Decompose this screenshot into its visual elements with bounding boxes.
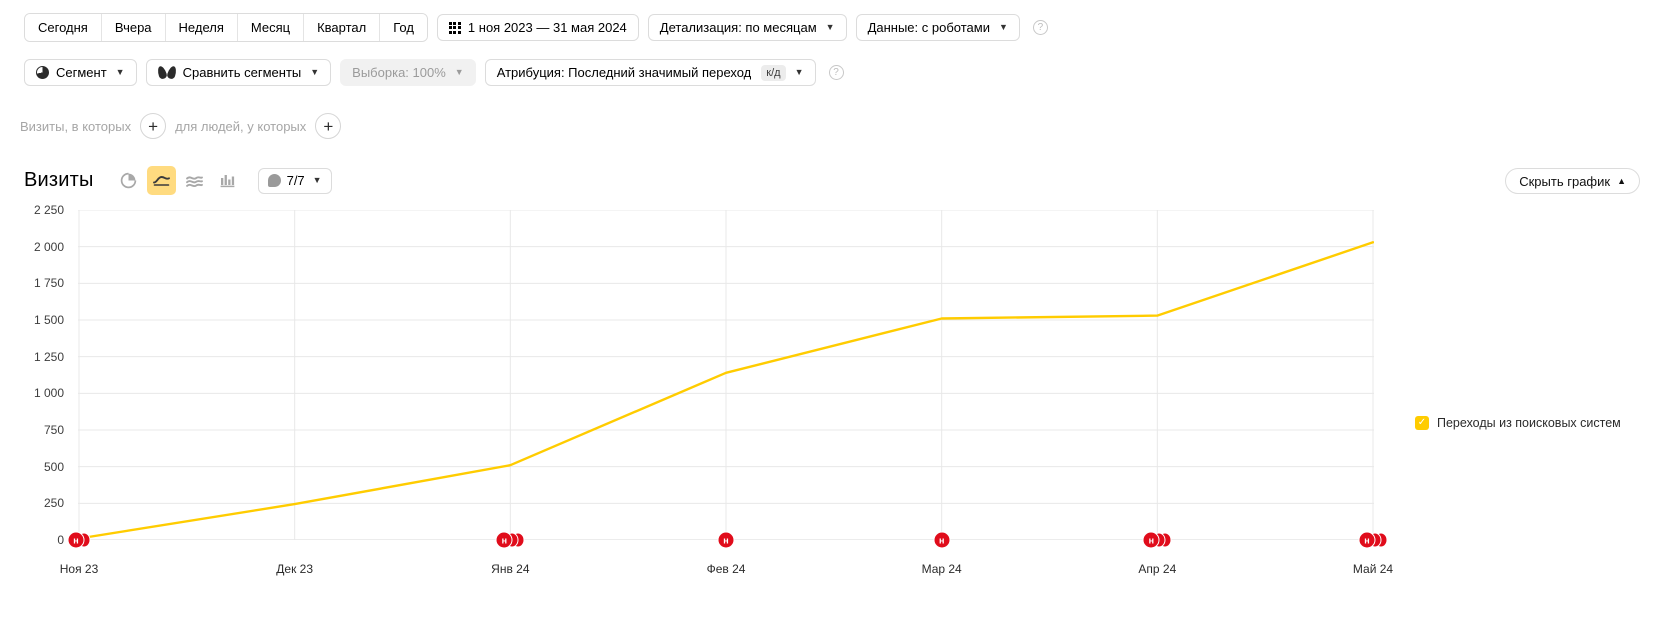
segment-label: Сегмент <box>56 65 107 80</box>
y-axis-tick: 1 000 <box>33 386 64 401</box>
x-axis-tick: Апр 24 <box>1138 562 1177 576</box>
detail-level-label: Детализация: по месяцам <box>659 20 817 35</box>
detail-level-dropdown[interactable]: Детализация: по месяцам ▼ <box>647 14 847 41</box>
chart-plot-area <box>78 210 1374 540</box>
line-chart-view-button[interactable] <box>146 166 176 195</box>
x-axis-tick: Ноя 23 <box>59 562 99 576</box>
period-week-button[interactable]: Неделя <box>165 14 238 41</box>
period-quarter-button[interactable]: Квартал <box>304 14 381 41</box>
hide-chart-label: Скрыть график <box>1519 173 1611 189</box>
annotation-marker[interactable]: н <box>717 531 735 549</box>
chevron-up-icon: ▲ <box>1617 176 1626 186</box>
annotation-icon: н <box>1358 531 1376 549</box>
visits-condition-label: Визиты, в которых <box>20 118 132 134</box>
date-range-picker[interactable]: 1 ноя 2023 — 31 мая 2024 <box>436 14 639 41</box>
sampling-dropdown[interactable]: Выборка: 100% ▼ <box>340 59 476 86</box>
y-axis-tick: 250 <box>43 496 64 511</box>
annotation-icon: н <box>1142 531 1160 549</box>
period-button-group: Сегодня Вчера Неделя Месяц Квартал Год <box>24 13 428 42</box>
people-condition-label: для людей, у которых <box>175 118 307 134</box>
chevron-down-icon: ▼ <box>825 22 835 32</box>
chart-legend: ✓ Переходы из поисковых систем <box>1415 416 1621 430</box>
y-axis-tick: 750 <box>43 423 64 437</box>
period-year-button[interactable]: Год <box>380 14 427 41</box>
attribution-label: Атрибуция: Последний значимый переход <box>496 65 752 80</box>
metrica-report-page: Сегодня Вчера Неделя Месяц Квартал Год 1… <box>0 0 1656 644</box>
segment-toolbar: Сегмент ▼ Сравнить сегменты ▼ Выборка: 1… <box>24 59 844 86</box>
chart-header: Визиты 7/7 ▼ <box>24 166 332 195</box>
sampling-label: Выборка: 100% <box>352 65 446 80</box>
annotation-icon: н <box>67 531 85 549</box>
help-icon[interactable]: ? <box>1032 20 1048 35</box>
goal-marker-icon <box>267 174 281 187</box>
area-chart-view-button[interactable] <box>180 166 209 195</box>
chevron-down-icon: ▼ <box>115 67 125 77</box>
x-axis-tick: Янв 24 <box>491 562 530 576</box>
goals-selector[interactable]: 7/7 ▼ <box>257 167 332 194</box>
bar-chart-view-button[interactable] <box>213 166 242 195</box>
segment-dropdown[interactable]: Сегмент ▼ <box>24 59 137 86</box>
visits-line-chart: 0 250 500 750 1 000 1 250 1 500 1 750 2 000 2 250… <box>0 203 1656 610</box>
add-people-condition-button[interactable]: + <box>315 113 342 139</box>
y-axis-tick: 1 750 <box>33 276 64 291</box>
y-axis-tick: 500 <box>43 459 64 474</box>
compare-segments-dropdown[interactable]: Сравнить сегменты ▼ <box>145 59 332 86</box>
goals-count-label: 7/7 <box>286 173 305 188</box>
segment-pie-icon <box>36 66 49 79</box>
annotation-icon: н <box>495 531 513 549</box>
data-robots-dropdown[interactable]: Данные: с роботами ▼ <box>855 14 1020 41</box>
annotation-icon: н <box>933 531 951 549</box>
help-icon[interactable]: ? <box>828 65 844 80</box>
annotation-marker[interactable]: н <box>67 531 91 549</box>
period-today-button[interactable]: Сегодня <box>25 14 102 41</box>
y-axis-tick: 0 <box>57 533 64 547</box>
annotation-marker[interactable]: н <box>1142 531 1172 549</box>
chevron-down-icon: ▼ <box>454 67 464 77</box>
chevron-down-icon: ▼ <box>998 22 1008 32</box>
chart-svg <box>78 210 1374 540</box>
attribution-dropdown[interactable]: Атрибуция: Последний значимый переход к/… <box>484 59 816 86</box>
annotation-marker[interactable]: н <box>1358 531 1388 549</box>
y-axis-tick: 1 500 <box>33 313 64 327</box>
period-toolbar: Сегодня Вчера Неделя Месяц Квартал Год 1… <box>24 13 1048 42</box>
annotation-marker[interactable]: н <box>933 531 951 549</box>
legend-checkbox-0[interactable]: ✓ <box>1415 416 1429 430</box>
legend-label-0: Переходы из поисковых систем <box>1437 416 1621 430</box>
y-axis: 0 250 500 750 1 000 1 250 1 500 1 750 2 000 2 250 <box>0 203 72 547</box>
period-yesterday-button[interactable]: Вчера <box>101 14 166 41</box>
hide-chart-button[interactable]: Скрыть график ▲ <box>1505 168 1640 194</box>
calendar-icon <box>448 21 461 34</box>
conditions-bar: Визиты, в которых + для людей, у которых… <box>20 113 342 139</box>
y-axis-tick: 2 250 <box>33 203 64 217</box>
attribution-badge: к/д <box>761 64 786 81</box>
period-month-button[interactable]: Месяц <box>237 14 305 41</box>
compare-segments-label: Сравнить сегменты <box>182 65 302 80</box>
data-robots-label: Данные: с роботами <box>867 20 990 35</box>
compare-segments-icon <box>155 65 178 80</box>
annotation-icon: н <box>717 531 735 549</box>
page-title: Визиты <box>24 169 94 191</box>
date-range-label: 1 ноя 2023 — 31 мая 2024 <box>467 20 627 35</box>
y-axis-tick: 2 000 <box>33 239 64 254</box>
annotation-marker[interactable]: н <box>495 531 525 549</box>
x-axis-tick: Фев 24 <box>706 562 746 576</box>
y-axis-tick: 1 250 <box>33 349 64 364</box>
pie-chart-view-button[interactable] <box>114 166 143 195</box>
x-axis-tick: Май 24 <box>1352 562 1394 576</box>
chevron-down-icon: ▼ <box>310 67 320 77</box>
chevron-down-icon: ▼ <box>794 67 804 77</box>
x-axis-tick: Мар 24 <box>921 562 962 576</box>
chevron-down-icon: ▼ <box>312 175 322 185</box>
add-visit-condition-button[interactable]: + <box>140 113 167 139</box>
x-axis-tick: Дек 23 <box>276 562 314 576</box>
